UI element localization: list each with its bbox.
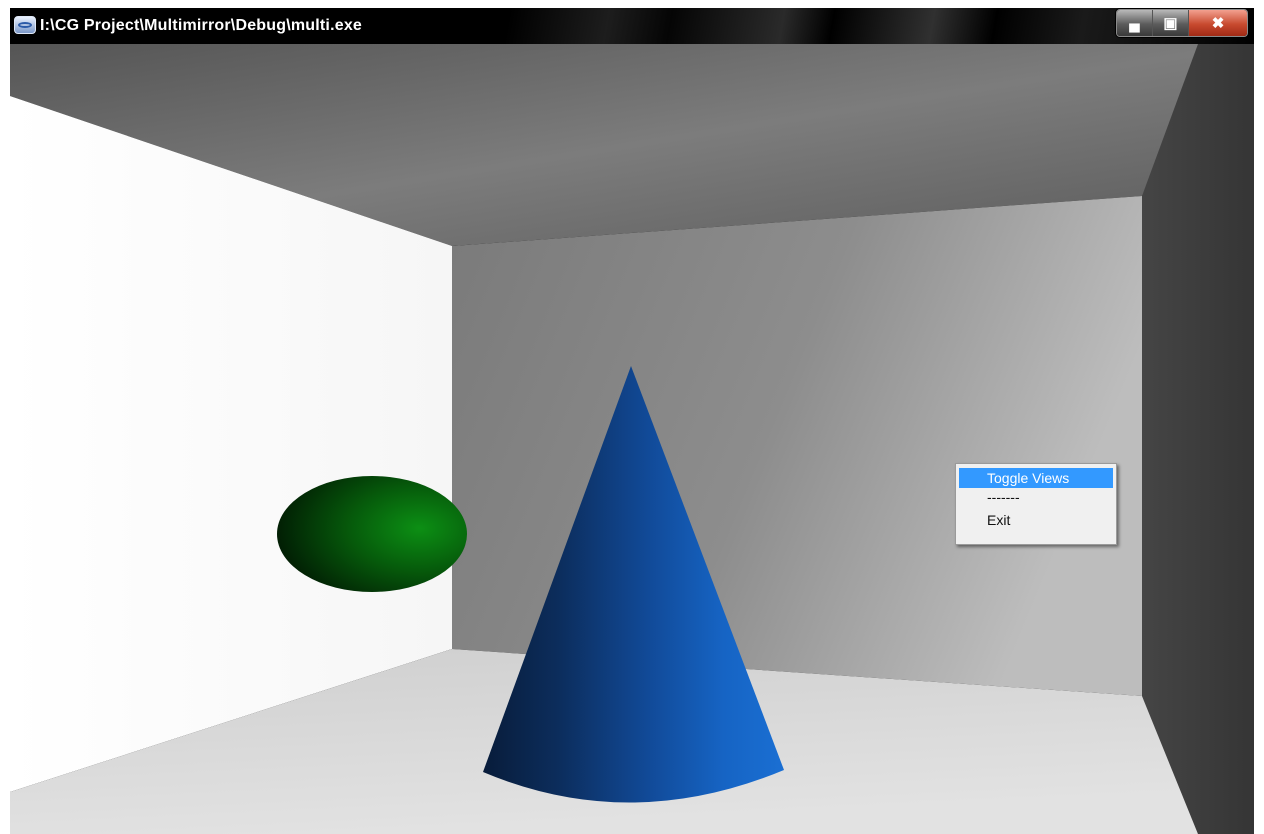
green-sphere	[277, 476, 467, 592]
close-icon: ✖	[1211, 15, 1225, 32]
window-title: I:\CG Project\Multimirror\Debug\multi.ex…	[40, 17, 363, 34]
opengl-viewport[interactable]	[10, 44, 1254, 834]
close-button[interactable]: ✖	[1189, 10, 1247, 36]
menu-item-exit[interactable]: Exit	[959, 510, 1113, 530]
maximize-button[interactable]: ▣	[1153, 10, 1189, 36]
app-window-icon[interactable]	[14, 16, 36, 34]
minimize-button[interactable]: ▄	[1117, 10, 1153, 36]
minimize-icon: ▄	[1129, 14, 1140, 32]
menu-item-toggle-views[interactable]: Toggle Views	[959, 468, 1113, 488]
right-wall-surface	[1142, 44, 1254, 834]
maximize-icon: ▣	[1163, 15, 1178, 32]
title-bar[interactable]: I:\CG Project\Multimirror\Debug\multi.ex…	[10, 8, 1254, 44]
context-menu: Toggle Views ------- Exit	[955, 463, 1117, 545]
menu-separator: -------	[987, 489, 1020, 505]
scene-render	[10, 44, 1254, 834]
app-window: I:\CG Project\Multimirror\Debug\multi.ex…	[10, 8, 1254, 834]
window-controls: ▄ ▣ ✖	[1116, 9, 1248, 37]
